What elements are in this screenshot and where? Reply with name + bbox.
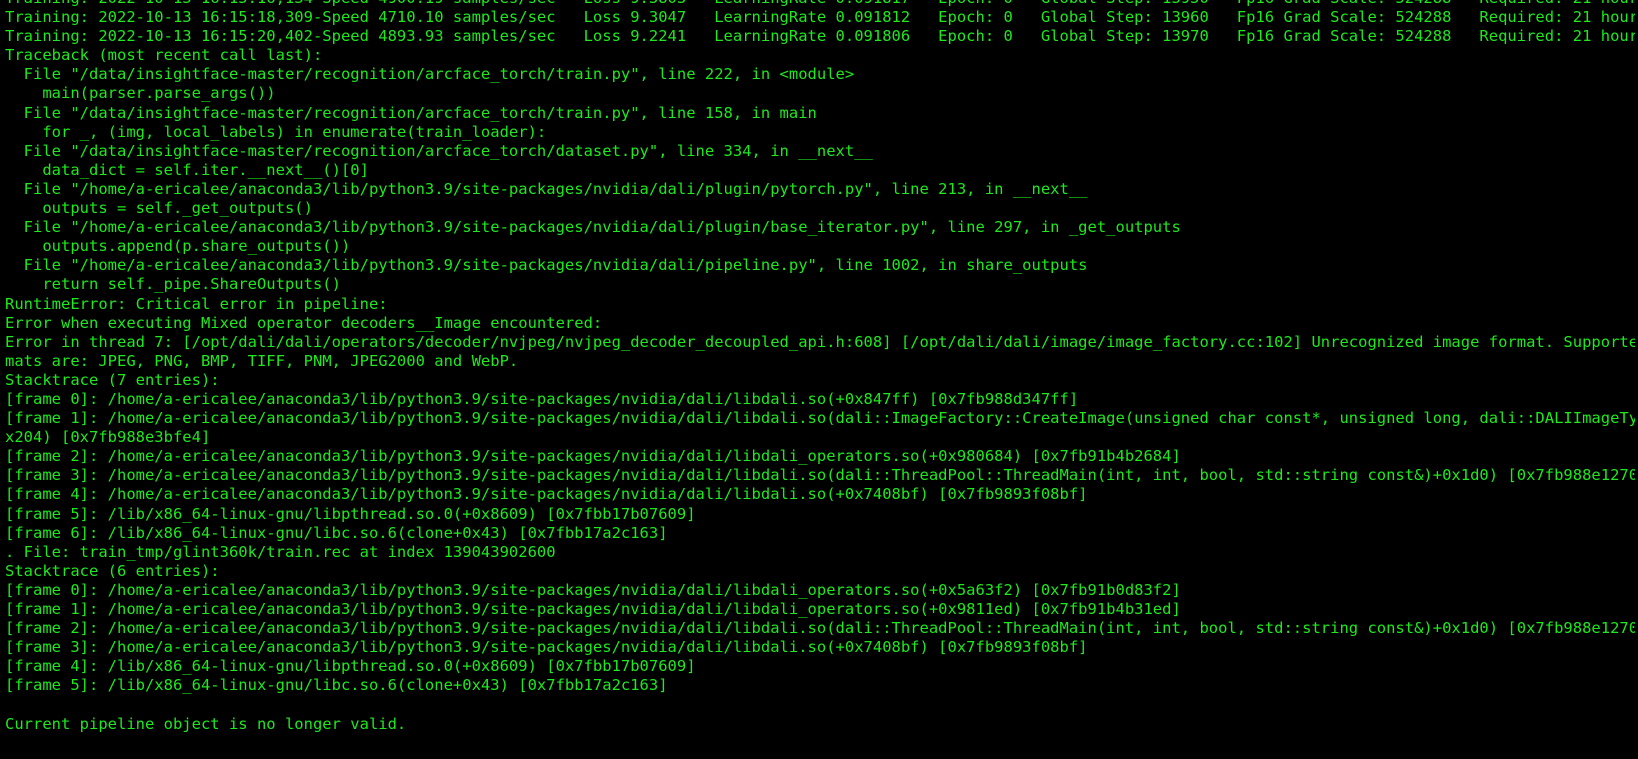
terminal-line: Training: 2022-10-13 16:15:18,309-Speed …: [5, 8, 1635, 27]
terminal-line: Traceback (most recent call last):: [5, 46, 323, 65]
terminal-line: return self._pipe.ShareOutputs(): [5, 275, 341, 294]
terminal-line: [frame 3]: /home/a-ericalee/anaconda3/li…: [5, 466, 1635, 485]
terminal-line: [frame 6]: /lib/x86_64-linux-gnu/libc.so…: [5, 523, 668, 542]
terminal-line: [frame 3]: /home/a-ericalee/anaconda3/li…: [5, 638, 1088, 657]
terminal-line: [frame 0]: /home/a-ericalee/anaconda3/li…: [5, 580, 1181, 599]
terminal-line: File "/data/insightface-master/recogniti…: [5, 103, 817, 122]
terminal-line: [frame 2]: /home/a-ericalee/anaconda3/li…: [5, 447, 1181, 466]
terminal-line: File "/data/insightface-master/recogniti…: [5, 141, 873, 160]
terminal-line: main(parser.parse_args()): [5, 84, 276, 103]
terminal-line: File "/home/a-ericalee/anaconda3/lib/pyt…: [5, 256, 1088, 275]
terminal-line: File "/data/insightface-master/recogniti…: [5, 65, 855, 84]
terminal-line: Error when executing Mixed operator deco…: [5, 313, 603, 332]
terminal-line: File "/home/a-ericalee/anaconda3/lib/pyt…: [5, 179, 1088, 198]
terminal-line: [frame 4]: /lib/x86_64-linux-gnu/libpthr…: [5, 657, 696, 676]
terminal-line: outputs.append(p.share_outputs()): [5, 237, 351, 256]
terminal-line: [frame 5]: /lib/x86_64-linux-gnu/libpthr…: [5, 504, 696, 523]
terminal-line: x204) [0x7fb988e3bfe4]: [5, 428, 211, 447]
terminal-line: Stacktrace (7 entries):: [5, 370, 220, 389]
terminal-line: Stacktrace (6 entries):: [5, 561, 220, 580]
terminal-window[interactable]: Training: 2022-10-13 16:15:16,134-Speed …: [0, 0, 1638, 759]
terminal-line: [frame 1]: /home/a-ericalee/anaconda3/li…: [5, 600, 1181, 618]
terminal-line: Training: 2022-10-13 16:15:20,402-Speed …: [5, 27, 1635, 46]
terminal-line: [frame 1]: /home/a-ericalee/anaconda3/li…: [5, 409, 1635, 428]
terminal-line: [frame 5]: /lib/x86_64-linux-gnu/libc.so…: [5, 676, 668, 695]
terminal-line: data_dict = self.iter.__next__()[0]: [5, 160, 369, 179]
terminal-line: [frame 4]: /home/a-ericalee/anaconda3/li…: [5, 485, 1088, 504]
terminal-line: [frame 0]: /home/a-ericalee/anaconda3/li…: [5, 389, 1079, 408]
terminal-line: Current pipeline object is no longer val…: [5, 714, 407, 733]
terminal-line: [frame 2]: /home/a-ericalee/anaconda3/li…: [5, 619, 1635, 638]
terminal-line: outputs = self._get_outputs(): [5, 199, 313, 218]
terminal-output: Training: 2022-10-13 16:15:16,134-Speed …: [5, 0, 1635, 734]
terminal-line: Error in thread 7: [/opt/dali/dali/opera…: [5, 332, 1635, 351]
terminal-line: File "/home/a-ericalee/anaconda3/lib/pyt…: [5, 218, 1181, 237]
terminal-line: . File: train_tmp/glint360k/train.rec at…: [5, 542, 556, 561]
terminal-line: for _, (img, local_labels) in enumerate(…: [5, 122, 547, 141]
terminal-line: RuntimeError: Critical error in pipeline…: [5, 294, 388, 313]
terminal-line: Training: 2022-10-13 16:15:16,134-Speed …: [5, 0, 1635, 8]
terminal-line: mats are: JPEG, PNG, BMP, TIFF, PNM, JPE…: [5, 351, 519, 370]
